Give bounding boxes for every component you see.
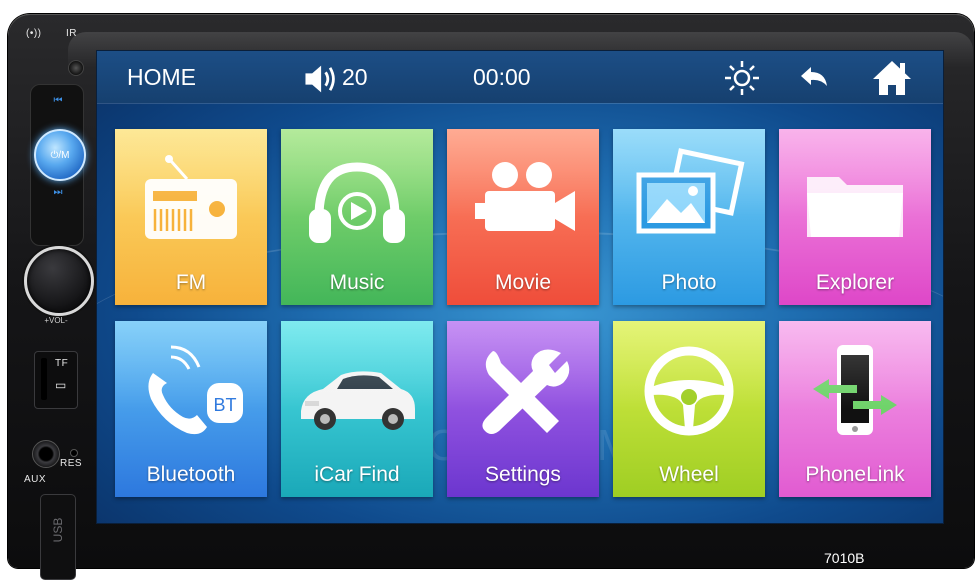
- photo-icon: [629, 147, 749, 251]
- car-icon: [297, 339, 417, 443]
- tf-label: TF: [55, 358, 69, 369]
- back-icon[interactable]: [795, 59, 833, 97]
- phone-link-icon: [795, 339, 915, 443]
- app-bluetooth[interactable]: BT Bluetooth: [115, 321, 267, 497]
- tools-icon: [463, 339, 583, 443]
- app-icar-find[interactable]: iCar Find: [281, 321, 433, 497]
- bt-badge: BT: [213, 395, 236, 415]
- prev-icon: ⏮: [53, 94, 63, 106]
- app-movie[interactable]: Movie: [447, 129, 599, 305]
- tf-slit: [41, 358, 47, 400]
- next-icon: ⏭: [53, 186, 63, 198]
- app-label: FM: [175, 271, 207, 294]
- app-photo[interactable]: Photo: [613, 129, 765, 305]
- home-title: HOME: [127, 64, 196, 90]
- volume-level: 20: [342, 64, 368, 90]
- app-label: Settings: [485, 463, 561, 486]
- home-screen: Ctrl CAM HOME 20 00:00: [96, 50, 944, 524]
- bluetooth-phone-icon: BT: [131, 339, 251, 443]
- model-number: 7010B: [824, 550, 865, 566]
- app-explorer[interactable]: Explorer: [779, 129, 931, 305]
- volume-label: +VOL-: [44, 316, 68, 325]
- app-wheel[interactable]: Wheel: [613, 321, 765, 497]
- aux-jack[interactable]: [32, 440, 60, 468]
- clock: 00:00: [473, 64, 531, 90]
- control-strip: (•)) IR ⏮ ⏻/M ⏭ +VOL- TF ▭ RES AUX USB: [12, 18, 94, 580]
- power-icon: ⏻/M: [50, 149, 70, 161]
- app-label: Music: [329, 271, 385, 294]
- volume-icon[interactable]: [301, 60, 335, 94]
- app-label: PhoneLink: [805, 463, 905, 486]
- usb-label: USB: [51, 517, 65, 543]
- status-bar: HOME 20 00:00: [97, 51, 943, 103]
- brightness-icon[interactable]: [723, 59, 761, 97]
- app-phonelink[interactable]: PhoneLink: [779, 321, 931, 497]
- reset-button[interactable]: [70, 449, 78, 457]
- ir-label: IR: [66, 28, 77, 39]
- sd-card-icon: ▭: [55, 378, 67, 392]
- tf-card-slot[interactable]: TF ▭: [34, 351, 78, 409]
- app-label: iCar Find: [314, 463, 400, 486]
- folder-icon: [795, 147, 915, 251]
- ir-sensor: [68, 60, 84, 76]
- power-mode-button[interactable]: ⏻/M: [34, 129, 86, 181]
- app-settings[interactable]: Settings: [447, 321, 599, 497]
- aux-label: AUX: [24, 474, 47, 485]
- app-fm[interactable]: FM: [115, 129, 267, 305]
- steering-wheel-icon: [629, 339, 749, 443]
- video-camera-icon: [463, 147, 583, 251]
- prev-track-button[interactable]: ⏮: [38, 90, 78, 110]
- radio-icon: [131, 147, 251, 251]
- app-label: Bluetooth: [146, 463, 236, 486]
- home-icon[interactable]: [871, 57, 913, 99]
- app-music[interactable]: Music: [281, 129, 433, 305]
- app-label: Wheel: [659, 463, 719, 486]
- res-label: RES: [60, 458, 83, 469]
- app-label: Photo: [661, 271, 717, 294]
- mic-label: (•)): [26, 28, 42, 39]
- next-track-button[interactable]: ⏭: [38, 182, 78, 202]
- app-label: Explorer: [815, 271, 895, 294]
- app-label: Movie: [494, 271, 552, 294]
- usb-port[interactable]: USB: [40, 494, 76, 580]
- headphones-icon: [297, 147, 417, 251]
- volume-knob[interactable]: [24, 246, 94, 316]
